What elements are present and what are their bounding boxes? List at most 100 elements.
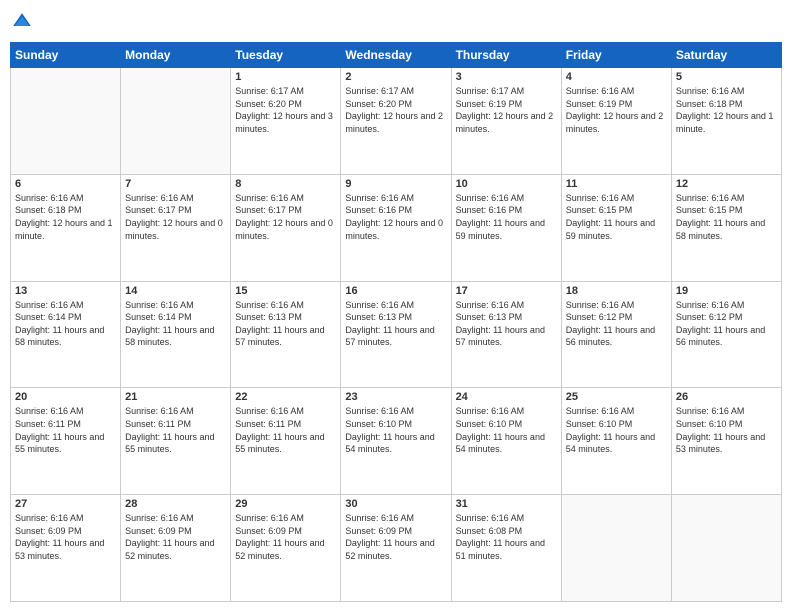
calendar-cell: 12 Sunrise: 6:16 AMSunset: 6:15 PMDayligh… bbox=[671, 174, 781, 281]
day-info: Sunrise: 6:16 AMSunset: 6:11 PMDaylight:… bbox=[235, 405, 336, 455]
day-number: 17 bbox=[456, 285, 557, 297]
day-info: Sunrise: 6:16 AMSunset: 6:12 PMDaylight:… bbox=[566, 299, 667, 349]
calendar-cell: 10 Sunrise: 6:16 AMSunset: 6:16 PMDayligh… bbox=[451, 174, 561, 281]
calendar-cell bbox=[561, 495, 671, 602]
day-info: Sunrise: 6:16 AMSunset: 6:15 PMDaylight:… bbox=[676, 192, 777, 242]
day-info: Sunrise: 6:16 AMSunset: 6:18 PMDaylight:… bbox=[15, 192, 116, 242]
day-info: Sunrise: 6:16 AMSunset: 6:10 PMDaylight:… bbox=[345, 405, 446, 455]
calendar-cell: 26 Sunrise: 6:16 AMSunset: 6:10 PMDayligh… bbox=[671, 388, 781, 495]
day-number: 13 bbox=[15, 285, 116, 297]
calendar-header: SundayMondayTuesdayWednesdayThursdayFrid… bbox=[11, 43, 782, 68]
calendar-cell: 13 Sunrise: 6:16 AMSunset: 6:14 PMDayligh… bbox=[11, 281, 121, 388]
day-number: 1 bbox=[235, 71, 336, 83]
day-info: Sunrise: 6:16 AMSunset: 6:13 PMDaylight:… bbox=[456, 299, 557, 349]
calendar-week-1: 1 Sunrise: 6:17 AMSunset: 6:20 PMDaylight… bbox=[11, 68, 782, 175]
day-number: 7 bbox=[125, 178, 226, 190]
calendar-cell: 30 Sunrise: 6:16 AMSunset: 6:09 PMDayligh… bbox=[341, 495, 451, 602]
day-info: Sunrise: 6:16 AMSunset: 6:08 PMDaylight:… bbox=[456, 512, 557, 562]
page: SundayMondayTuesdayWednesdayThursdayFrid… bbox=[0, 0, 792, 612]
day-info: Sunrise: 6:16 AMSunset: 6:15 PMDaylight:… bbox=[566, 192, 667, 242]
calendar-cell: 8 Sunrise: 6:16 AMSunset: 6:17 PMDaylight… bbox=[231, 174, 341, 281]
day-number: 26 bbox=[676, 391, 777, 403]
calendar-cell: 14Sunrise: 6:16 AMSunset: 6:14 PMDayligh… bbox=[121, 281, 231, 388]
day-number: 27 bbox=[15, 498, 116, 510]
calendar-cell: 1 Sunrise: 6:17 AMSunset: 6:20 PMDaylight… bbox=[231, 68, 341, 175]
day-info: Sunrise: 6:17 AMSunset: 6:19 PMDaylight:… bbox=[456, 85, 557, 135]
weekday-header-thursday: Thursday bbox=[451, 43, 561, 68]
calendar-cell bbox=[121, 68, 231, 175]
day-info: Sunrise: 6:17 AMSunset: 6:20 PMDaylight:… bbox=[235, 85, 336, 135]
day-number: 2 bbox=[345, 71, 446, 83]
day-number: 11 bbox=[566, 178, 667, 190]
weekday-header-wednesday: Wednesday bbox=[341, 43, 451, 68]
calendar-cell: 6 Sunrise: 6:16 AMSunset: 6:18 PMDaylight… bbox=[11, 174, 121, 281]
calendar-cell: 27 Sunrise: 6:16 AMSunset: 6:09 PMDayligh… bbox=[11, 495, 121, 602]
day-info: Sunrise: 6:16 AMSunset: 6:10 PMDaylight:… bbox=[676, 405, 777, 455]
calendar-cell: 25Sunrise: 6:16 AMSunset: 6:10 PMDayligh… bbox=[561, 388, 671, 495]
day-info: Sunrise: 6:16 AMSunset: 6:14 PMDaylight:… bbox=[15, 299, 116, 349]
day-number: 19 bbox=[676, 285, 777, 297]
day-info: Sunrise: 6:16 AMSunset: 6:17 PMDaylight:… bbox=[235, 192, 336, 242]
day-number: 4 bbox=[566, 71, 667, 83]
calendar-cell: 4 Sunrise: 6:16 AMSunset: 6:19 PMDaylight… bbox=[561, 68, 671, 175]
calendar-cell: 28Sunrise: 6:16 AMSunset: 6:09 PMDayligh… bbox=[121, 495, 231, 602]
day-number: 20 bbox=[15, 391, 116, 403]
day-number: 5 bbox=[676, 71, 777, 83]
weekday-header-sunday: Sunday bbox=[11, 43, 121, 68]
day-number: 15 bbox=[235, 285, 336, 297]
calendar-cell bbox=[671, 495, 781, 602]
day-info: Sunrise: 6:16 AMSunset: 6:11 PMDaylight:… bbox=[15, 405, 116, 455]
calendar-cell: 21 Sunrise: 6:16 AMSunset: 6:11 PMDayligh… bbox=[121, 388, 231, 495]
day-number: 21 bbox=[125, 391, 226, 403]
calendar-cell: 20 Sunrise: 6:16 AMSunset: 6:11 PMDayligh… bbox=[11, 388, 121, 495]
weekday-header-saturday: Saturday bbox=[671, 43, 781, 68]
weekday-header-row: SundayMondayTuesdayWednesdayThursdayFrid… bbox=[11, 43, 782, 68]
logo-icon bbox=[10, 10, 34, 34]
day-number: 8 bbox=[235, 178, 336, 190]
day-number: 29 bbox=[235, 498, 336, 510]
day-number: 9 bbox=[345, 178, 446, 190]
calendar-week-2: 6 Sunrise: 6:16 AMSunset: 6:18 PMDaylight… bbox=[11, 174, 782, 281]
day-number: 3 bbox=[456, 71, 557, 83]
day-number: 14 bbox=[125, 285, 226, 297]
calendar-week-4: 20 Sunrise: 6:16 AMSunset: 6:11 PMDayligh… bbox=[11, 388, 782, 495]
header bbox=[10, 10, 782, 34]
day-info: Sunrise: 6:16 AMSunset: 6:11 PMDaylight:… bbox=[125, 405, 226, 455]
day-info: Sunrise: 6:16 AMSunset: 6:19 PMDaylight:… bbox=[566, 85, 667, 135]
day-number: 31 bbox=[456, 498, 557, 510]
day-number: 12 bbox=[676, 178, 777, 190]
day-info: Sunrise: 6:16 AMSunset: 6:09 PMDaylight:… bbox=[125, 512, 226, 562]
calendar-cell: 31 Sunrise: 6:16 AMSunset: 6:08 PMDayligh… bbox=[451, 495, 561, 602]
calendar-cell: 17 Sunrise: 6:16 AMSunset: 6:13 PMDayligh… bbox=[451, 281, 561, 388]
day-info: Sunrise: 6:17 AMSunset: 6:20 PMDaylight:… bbox=[345, 85, 446, 135]
day-number: 24 bbox=[456, 391, 557, 403]
day-info: Sunrise: 6:16 AMSunset: 6:09 PMDaylight:… bbox=[235, 512, 336, 562]
weekday-header-tuesday: Tuesday bbox=[231, 43, 341, 68]
day-number: 30 bbox=[345, 498, 446, 510]
calendar-cell: 19Sunrise: 6:16 AMSunset: 6:12 PMDayligh… bbox=[671, 281, 781, 388]
calendar-cell: 3 Sunrise: 6:17 AMSunset: 6:19 PMDaylight… bbox=[451, 68, 561, 175]
day-number: 6 bbox=[15, 178, 116, 190]
day-info: Sunrise: 6:16 AMSunset: 6:13 PMDaylight:… bbox=[235, 299, 336, 349]
calendar-cell: 15 Sunrise: 6:16 AMSunset: 6:13 PMDayligh… bbox=[231, 281, 341, 388]
day-number: 23 bbox=[345, 391, 446, 403]
weekday-header-monday: Monday bbox=[121, 43, 231, 68]
calendar-cell bbox=[11, 68, 121, 175]
calendar-cell: 5Sunrise: 6:16 AMSunset: 6:18 PMDaylight… bbox=[671, 68, 781, 175]
calendar-week-3: 13 Sunrise: 6:16 AMSunset: 6:14 PMDayligh… bbox=[11, 281, 782, 388]
day-number: 18 bbox=[566, 285, 667, 297]
day-number: 10 bbox=[456, 178, 557, 190]
day-info: Sunrise: 6:16 AMSunset: 6:09 PMDaylight:… bbox=[345, 512, 446, 562]
day-info: Sunrise: 6:16 AMSunset: 6:16 PMDaylight:… bbox=[456, 192, 557, 242]
calendar-cell: 24 Sunrise: 6:16 AMSunset: 6:10 PMDayligh… bbox=[451, 388, 561, 495]
calendar-cell: 9 Sunrise: 6:16 AMSunset: 6:16 PMDaylight… bbox=[341, 174, 451, 281]
day-info: Sunrise: 6:16 AMSunset: 6:13 PMDaylight:… bbox=[345, 299, 446, 349]
calendar-body: 1 Sunrise: 6:17 AMSunset: 6:20 PMDaylight… bbox=[11, 68, 782, 602]
calendar-cell: 22 Sunrise: 6:16 AMSunset: 6:11 PMDayligh… bbox=[231, 388, 341, 495]
day-info: Sunrise: 6:16 AMSunset: 6:10 PMDaylight:… bbox=[456, 405, 557, 455]
calendar-cell: 7Sunrise: 6:16 AMSunset: 6:17 PMDaylight… bbox=[121, 174, 231, 281]
day-info: Sunrise: 6:16 AMSunset: 6:16 PMDaylight:… bbox=[345, 192, 446, 242]
calendar-table: SundayMondayTuesdayWednesdayThursdayFrid… bbox=[10, 42, 782, 602]
day-number: 22 bbox=[235, 391, 336, 403]
day-info: Sunrise: 6:16 AMSunset: 6:09 PMDaylight:… bbox=[15, 512, 116, 562]
